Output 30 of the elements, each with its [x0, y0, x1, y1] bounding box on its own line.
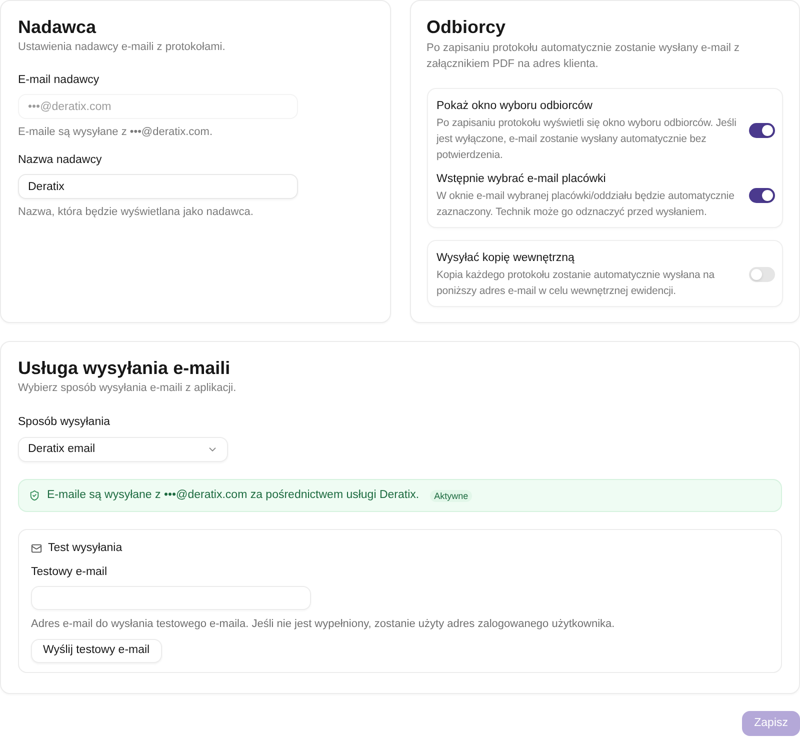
shield-check-icon	[29, 490, 40, 501]
field-hint: E-maile są wysyłane z •••@deratix.com.	[18, 125, 214, 139]
option-description: Kopia każdego protokołu zostanie automatycznie wysłana na poniższy adres e-mail w celu wewnętrznej ewidencji.	[436, 268, 716, 299]
option-title: Wysyłać kopię wewnętrzną	[436, 251, 576, 266]
option-title: Pokaż okno wyboru odbiorców	[436, 99, 594, 114]
option-description: Po zapisaniu protokołu wyświetli się okno wyboru odbiorców. Jeśli jest wyłączone, e-mail zostanie wysłany automatycznie bez potwierdzenia.	[436, 116, 738, 163]
panel-title: Odbiorcy	[426, 16, 507, 38]
send-test-button[interactable]: Wyślij testowy e-mail	[31, 639, 162, 663]
panel-title: Nadawca	[18, 16, 98, 38]
panel-description: Wybierz sposób wysyłania e-maili z aplikacji.	[18, 381, 238, 395]
panel-title: Usługa wysyłania e-maili	[18, 357, 232, 379]
status-badge: Aktywne	[430, 490, 472, 502]
option-title: Wstępnie wybrać e-mail placówki	[436, 172, 607, 187]
toggle-switch[interactable]	[749, 267, 775, 282]
mail-icon	[31, 542, 42, 554]
text-field[interactable]: Deratix	[18, 174, 298, 199]
field-hint: Nazwa, która będzie wyświetlana jako nadawca.	[18, 205, 254, 219]
field-label: Sposób wysyłania	[18, 415, 112, 429]
panel-description: Po zapisaniu protokołu automatycznie zostanie wysłany e-mail z załącznikiem PDF na adres klienta.	[426, 41, 741, 72]
select-dropdown[interactable]: Deratix email	[18, 437, 228, 462]
field-label: Nazwa nadawcy	[18, 153, 103, 167]
toggle-switch[interactable]	[749, 188, 775, 203]
field-label: Testowy e-mail	[31, 565, 108, 579]
section-heading: Test wysyłania	[48, 541, 122, 555]
toggle-switch[interactable]	[749, 123, 775, 138]
field-label: E-mail nadawcy	[18, 73, 100, 87]
panel-description: Ustawienia nadawcy e-maili z protokołami.	[18, 40, 226, 54]
field-hint: Adres e-mail do wysłania testowego e-maila. Jeśli nie jest wypełniony, zostanie użyty adres zalogowanego użytkownika.	[31, 617, 616, 631]
option-description: W oknie e-mail wybranej placówki/oddziału będzie automatycznie zaznaczony. Technik może go odznaczyć przed wysłaniem.	[436, 189, 736, 220]
status-text: E-maile są wysyłane z •••@deratix.com za pośrednictwem usługi Deratix.	[47, 488, 420, 503]
